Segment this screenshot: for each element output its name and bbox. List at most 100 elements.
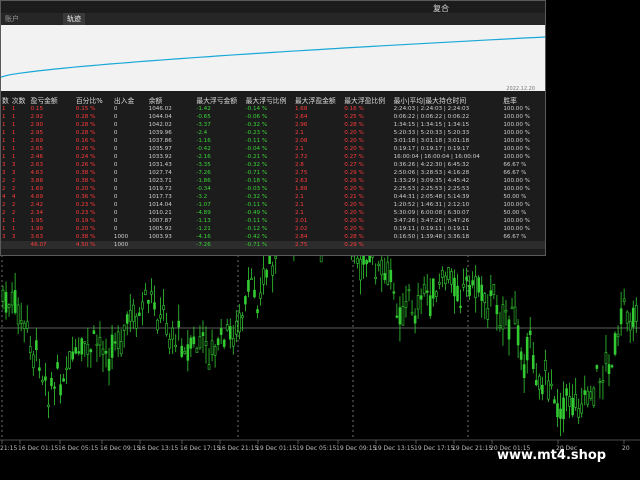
- table-cell: 100.00 %: [503, 114, 530, 120]
- column-header[interactable]: 余额: [148, 95, 196, 105]
- candle: [610, 365, 614, 368]
- candle: [98, 337, 102, 346]
- time-label: 21:15: [0, 445, 17, 452]
- candle: [195, 348, 199, 353]
- column-header[interactable]: 最大浮盈金额: [294, 95, 343, 105]
- candle: [241, 315, 244, 319]
- candle: [483, 293, 487, 304]
- table-cell: 1: [11, 138, 16, 144]
- table-row[interactable]: 1 1 2.92 0.28 % 0 1044.04 -0.65 -0.06 % 2.64 0.25…: [1, 113, 545, 121]
- column-header[interactable]: 次数: [11, 95, 30, 105]
- table-cell: 1: [2, 122, 6, 128]
- table-cell: 2.1: [294, 210, 304, 216]
- candle: [625, 311, 629, 324]
- candle: [59, 384, 62, 396]
- table-row[interactable]: 1 1 2.90 0.28 % 0 1042.02 -3.37 -0.32 % 2.96 0.28…: [1, 121, 545, 129]
- column-header[interactable]: 最大浮亏金额: [195, 95, 244, 105]
- table-row[interactable]: 1 1 2.46 0.24 % 0 1033.92 -2.16 -0.21 % 2.72 0.27…: [1, 153, 545, 161]
- table-cell: 1: [11, 114, 16, 120]
- table-cell: 2: [2, 178, 6, 184]
- candle: [213, 346, 217, 356]
- table-cell: 5:20:33 | 5:20:33 | 5:20:33: [393, 130, 470, 136]
- candle: [613, 333, 617, 355]
- table-cell: -0.12 %: [245, 226, 268, 232]
- table-cell: 0: [113, 146, 118, 152]
- candle: [556, 403, 559, 418]
- table-cell: 0.20 %: [344, 226, 364, 232]
- candle: [541, 384, 544, 395]
- table-cell: -0.23 %: [245, 130, 268, 136]
- table-cell: -1.42: [196, 106, 211, 112]
- candle: [265, 269, 268, 278]
- table-cell: 0.26 %: [75, 162, 96, 168]
- candle: [365, 260, 368, 265]
- table-row[interactable]: 3 3 4.63 0.38 % 0 1027.74 -7.26 -0.71 % 2.75 0.29…: [1, 169, 545, 177]
- table-cell: 16:00:04 | 16:00:04 | 16:00:04: [393, 154, 480, 160]
- table-cell: 0.25 %: [344, 114, 364, 120]
- tab-equity-track[interactable]: 轨迹: [63, 13, 85, 25]
- table-cell: 2.02: [294, 226, 308, 232]
- table-cell: 1019.72: [148, 186, 172, 192]
- table-row[interactable]: 3 3 2.63 0.26 % 0 1031.43 -3.35 -0.32 % 2.8 0.27 …: [1, 161, 545, 169]
- table-row[interactable]: 4 4 4.69 0.36 % 0 1017.73 -3.2 -0.32 % 2.1 0.21 %…: [1, 193, 545, 201]
- column-header[interactable]: 最大浮盈比例: [343, 95, 392, 105]
- column-header[interactable]: 出入金: [113, 95, 148, 105]
- table-cell: 1: [11, 106, 16, 112]
- table-cell: 100.00 %: [503, 218, 530, 224]
- table-cell: 0.20 %: [75, 186, 96, 192]
- table-cell: 2.69: [30, 138, 44, 144]
- table-cell: -2.16: [196, 154, 211, 160]
- table-cell: 100.00 %: [503, 130, 530, 136]
- candle: [92, 330, 96, 334]
- candle: [522, 364, 526, 378]
- table-row[interactable]: 1 1 1.95 0.19 % 0 1007.87 -1.13 -0.11 % 2.01 0.20…: [1, 217, 545, 225]
- candle: [401, 306, 405, 326]
- table-cell: 66.67 %: [503, 234, 527, 240]
- table-cell: 1:33:29 | 3:09:35 | 4:45:42: [393, 178, 470, 184]
- column-header[interactable]: 百分比%: [75, 95, 113, 105]
- candle: [601, 380, 605, 383]
- table-row[interactable]: 1 1 2.95 0.28 % 0 1039.96 -2.4 -0.23 % 2.1 0.20 %…: [1, 129, 545, 137]
- column-header[interactable]: 最大浮亏比例: [245, 95, 294, 105]
- tab-account[interactable]: 账户: [1, 13, 23, 25]
- candle: [462, 283, 465, 288]
- table-row[interactable]: 2 2 2.34 0.23 % 0 1010.21 -4.89 -0.49 % 2.1 0.20 …: [1, 209, 545, 217]
- table-cell: 0:06:22 | 0:06:22 | 0:06:22: [393, 114, 470, 120]
- candle: [25, 321, 29, 329]
- candle: [144, 289, 147, 296]
- total-cell: [1, 241, 11, 249]
- column-header[interactable]: 盈亏金额: [30, 95, 75, 105]
- table-row[interactable]: 2 2 2.42 0.23 % 0 1014.04 -1.07 -0.11 % 2.1 0.20 …: [1, 201, 545, 209]
- table-row[interactable]: 1 1 1.99 0.20 % 0 1005.92 -1.21 -0.12 % 2.02 0.20…: [1, 225, 545, 233]
- table-row[interactable]: 1 1 0.15 0.15 % 0 1046.02 -1.42 -0.14 % 1.68 0.16…: [1, 105, 545, 113]
- table-row[interactable]: 1 1 2.69 0.16 % 0 1037.86 -1.16 -0.11 % 2.08 0.20…: [1, 137, 545, 145]
- table-row[interactable]: 2 2 1.69 0.20 % 0 1019.72 -0.34 -0.03 % 1.88 0.20…: [1, 185, 545, 193]
- candle: [510, 306, 514, 310]
- table-row[interactable]: 1 1 2.65 0.26 % 0 1035.97 -0.42 -0.04 % 2.1 0.20 …: [1, 145, 545, 153]
- total-cell: [10, 241, 30, 249]
- candle: [574, 393, 577, 408]
- table-row[interactable]: 2 2 3.88 0.38 % 0 1023.71 -1.86 -0.18 % 2.63 0.26…: [1, 177, 545, 185]
- candle: [634, 305, 638, 322]
- table-cell: 0: [113, 178, 118, 184]
- table-cell: 3.63: [30, 234, 44, 240]
- candle: [474, 276, 477, 298]
- candle: [389, 269, 393, 283]
- candle: [377, 263, 381, 266]
- candle: [238, 312, 241, 333]
- column-header[interactable]: 胜率: [502, 95, 545, 105]
- table-cell: -4.89: [196, 210, 211, 216]
- candle: [619, 308, 623, 325]
- column-header[interactable]: 最小|平均|最大持仓时间: [393, 95, 503, 105]
- table-cell: 2.95: [30, 130, 44, 136]
- table-cell: 1: [2, 138, 6, 144]
- total-cell: -0.71 %: [244, 241, 294, 249]
- candle: [404, 301, 408, 308]
- table-cell: 0.20 %: [344, 218, 364, 224]
- candle: [586, 390, 590, 405]
- table-cell: 0.15 %: [75, 106, 96, 112]
- table-cell: 2.96: [294, 122, 308, 128]
- column-header[interactable]: 数: [1, 95, 11, 105]
- table-row[interactable]: 3 3 3.63 0.38 % 1000 1003.93 -4.16 -0.42 % 2.84 0…: [1, 233, 545, 241]
- candle: [262, 268, 265, 285]
